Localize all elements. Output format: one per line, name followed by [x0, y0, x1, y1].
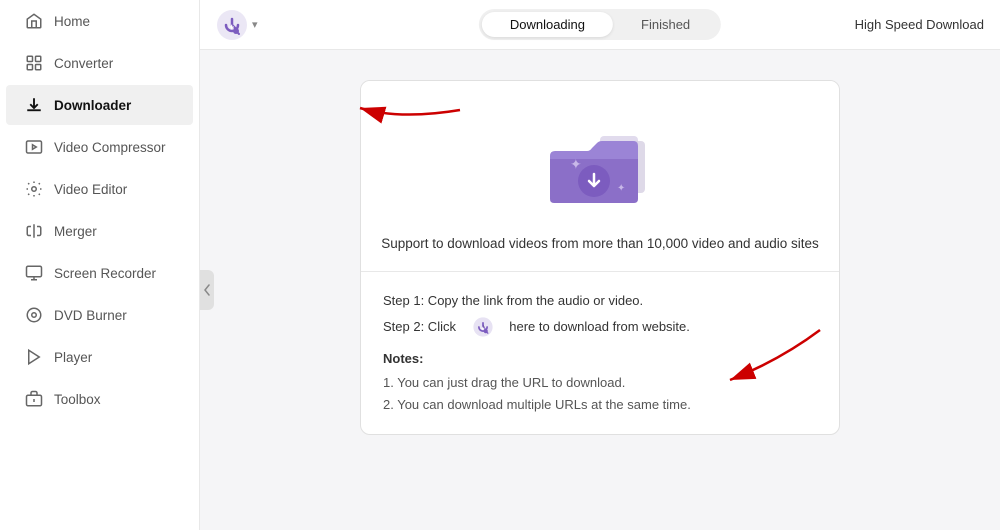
step-2: Step 2: Click + here to download from we… — [383, 316, 817, 338]
high-speed-label: High Speed Download — [855, 17, 984, 32]
sidebar-item-video-editor[interactable]: Video Editor — [6, 169, 193, 209]
sidebar-item-screen-recorder[interactable]: Screen Recorder — [6, 253, 193, 293]
sidebar-item-merger-label: Merger — [54, 224, 97, 239]
note-item-2: 2. You can download multiple URLs at the… — [383, 394, 817, 416]
card-instructions: Step 1: Copy the link from the audio or … — [361, 272, 839, 434]
sidebar-item-converter-label: Converter — [54, 56, 113, 71]
sidebar-collapse-handle[interactable] — [200, 270, 214, 310]
logo-dropdown-arrow[interactable]: ▾ — [252, 18, 258, 31]
app-logo: + — [216, 9, 248, 41]
tab-downloading[interactable]: Downloading — [482, 12, 613, 37]
sidebar-item-home-label: Home — [54, 14, 90, 29]
card-illustration: ✦ ✦ — [361, 81, 839, 236]
folder-illustration: ✦ ✦ — [545, 121, 655, 216]
sidebar-item-converter[interactable]: Converter — [6, 43, 193, 83]
step-1: Step 1: Copy the link from the audio or … — [383, 290, 817, 312]
sidebar-item-home[interactable]: Home — [6, 1, 193, 41]
topbar: + ▾ Downloading Finished High Speed Down… — [200, 0, 1000, 50]
screen-recorder-icon — [24, 263, 44, 283]
sidebar-item-player-label: Player — [54, 350, 92, 365]
collapse-icon — [203, 284, 211, 296]
home-icon — [24, 11, 44, 31]
notes-title: Notes: — [383, 348, 817, 370]
tab-finished[interactable]: Finished — [613, 12, 718, 37]
video-compressor-icon — [24, 137, 44, 157]
player-icon — [24, 347, 44, 367]
main-area: + ▾ Downloading Finished High Speed Down… — [200, 0, 1000, 530]
sidebar-item-dvd-burner-label: DVD Burner — [54, 308, 127, 323]
sidebar-item-video-compressor-label: Video Compressor — [54, 140, 166, 155]
notes-section: Notes: 1. You can just drag the URL to d… — [383, 348, 817, 416]
step2-prefix: Step 2: Click — [383, 316, 456, 338]
sidebar-item-toolbox-label: Toolbox — [54, 392, 101, 407]
merger-icon — [24, 221, 44, 241]
sidebar-item-downloader-label: Downloader — [54, 98, 131, 113]
sidebar-item-dvd-burner[interactable]: DVD Burner — [6, 295, 193, 335]
dvd-burner-icon — [24, 305, 44, 325]
toolbox-icon — [24, 389, 44, 409]
sidebar: Home Converter Downloader Video Compress… — [0, 0, 200, 530]
sidebar-item-screen-recorder-label: Screen Recorder — [54, 266, 156, 281]
download-card: ✦ ✦ Support to download videos from more… — [360, 80, 840, 435]
step2-inline-logo: + — [472, 316, 494, 338]
sidebar-item-downloader[interactable]: Downloader — [6, 85, 193, 125]
video-editor-icon — [24, 179, 44, 199]
card-subtitle: Support to download videos from more tha… — [361, 236, 839, 272]
note-item-1: 1. You can just drag the URL to download… — [383, 372, 817, 394]
logo-area: + ▾ — [216, 9, 258, 41]
sidebar-item-toolbox[interactable]: Toolbox — [6, 379, 193, 419]
downloader-icon — [24, 95, 44, 115]
content-area: ✦ ✦ Support to download videos from more… — [200, 50, 1000, 530]
svg-text:✦: ✦ — [570, 156, 582, 172]
sidebar-item-video-editor-label: Video Editor — [54, 182, 127, 197]
tab-group: Downloading Finished — [479, 9, 721, 40]
step1-text: Step 1: Copy the link from the audio or … — [383, 290, 643, 312]
sidebar-item-merger[interactable]: Merger — [6, 211, 193, 251]
sidebar-item-video-compressor[interactable]: Video Compressor — [6, 127, 193, 167]
step2-suffix: here to download from website. — [509, 316, 690, 338]
converter-icon — [24, 53, 44, 73]
svg-text:+: + — [229, 22, 234, 32]
svg-text:+: + — [481, 326, 485, 333]
sidebar-item-player[interactable]: Player — [6, 337, 193, 377]
svg-text:✦: ✦ — [617, 183, 625, 194]
